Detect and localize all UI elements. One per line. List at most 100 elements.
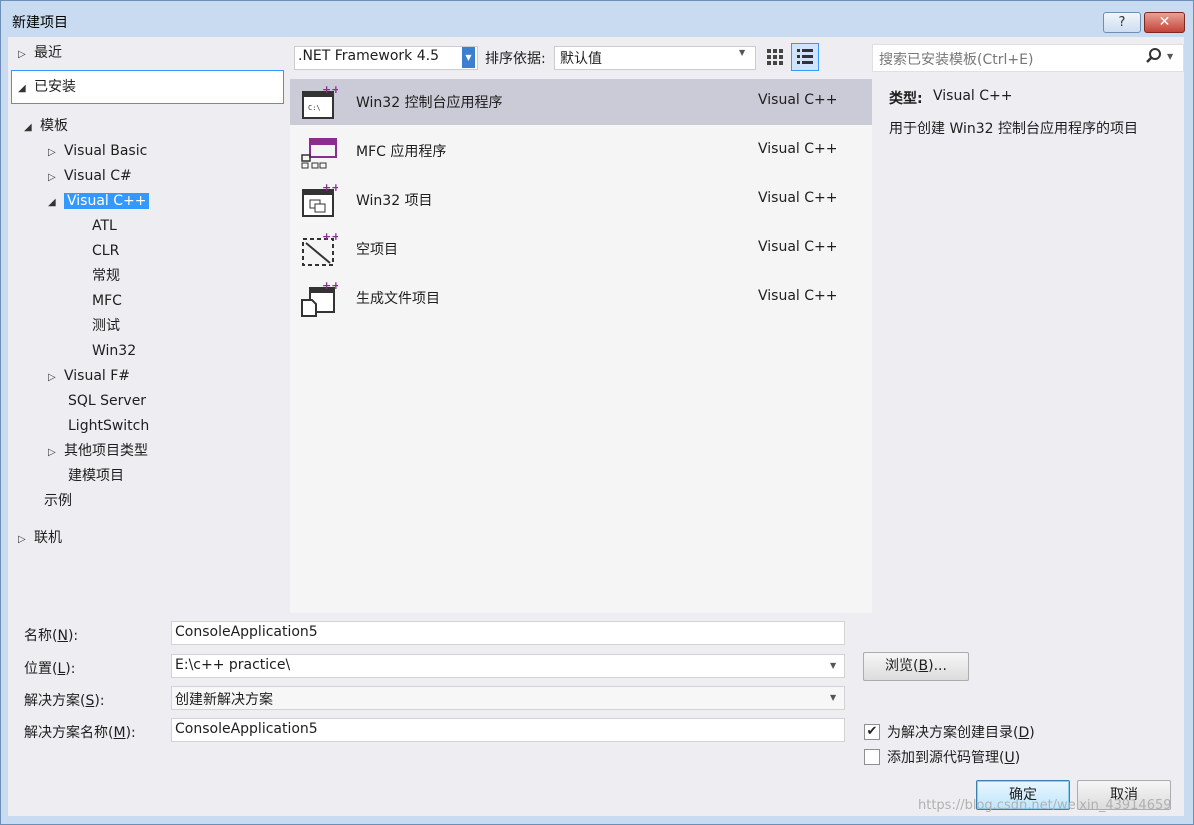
solution-value: 创建新解决方案 — [175, 692, 273, 708]
template-name: 空项目 — [356, 242, 398, 258]
template-row[interactable]: ++ 生成文件项目 Visual C++ — [290, 275, 872, 321]
tree-item[interactable]: CLR — [92, 240, 119, 262]
tree-item-label: Visual F# — [64, 368, 131, 384]
template-name: Win32 控制台应用程序 — [356, 95, 503, 111]
tree-item[interactable]: 测试 — [92, 315, 120, 337]
template-language: Visual C++ — [758, 288, 838, 304]
browse-button[interactable]: 浏览(B)... — [863, 652, 969, 681]
collapse-arrow-icon[interactable]: ◢ — [18, 78, 34, 100]
tree-item-label: Win32 — [92, 343, 137, 359]
name-label: 名称(N): — [24, 628, 79, 644]
solution-name-label: 解决方案名称(M): — [24, 725, 136, 741]
template-language: Visual C++ — [758, 92, 838, 108]
close-button[interactable]: ✕ — [1144, 12, 1185, 33]
template-row[interactable]: MFC 应用程序 Visual C++ — [290, 128, 872, 174]
template-row[interactable]: ++ Win32 项目 Visual C++ — [290, 177, 872, 223]
tree-item-installed[interactable]: ◢ 已安装 — [18, 76, 76, 98]
watermark: https://blog.csdn.net/weixin_43914659 — [918, 798, 1172, 813]
search-icon[interactable] — [1145, 47, 1163, 69]
svg-text:++: ++ — [322, 280, 338, 292]
svg-text:C:\: C:\ — [308, 104, 321, 112]
tree-item[interactable]: ▷ Visual F# — [48, 365, 130, 387]
type-value: Visual C++ — [933, 88, 1013, 104]
tree-item[interactable]: ATL — [92, 215, 117, 237]
dropdown-arrow-icon[interactable]: ▼ — [830, 661, 836, 670]
name-value: ConsoleApplication5 — [175, 624, 318, 640]
tree-item-label: 常规 — [92, 268, 120, 284]
dialog-title: 新建项目 — [12, 15, 68, 31]
tree-item[interactable]: SQL Server — [68, 390, 146, 412]
template-row[interactable]: ++ 空项目 Visual C++ — [290, 226, 872, 272]
create-directory-checkbox[interactable]: ✔ — [864, 724, 880, 740]
template-name: Win32 项目 — [356, 193, 433, 209]
description-pane — [873, 79, 1182, 613]
tree-item-label: CLR — [92, 243, 120, 259]
search-placeholder: 搜索已安装模板(Ctrl+E) — [879, 52, 1034, 68]
tree-item[interactable]: ◢ Visual C++ — [48, 190, 150, 214]
expand-arrow-icon[interactable]: ▷ — [48, 142, 64, 164]
search-options-icon[interactable]: ▼ — [1167, 52, 1173, 61]
svg-text:++: ++ — [322, 231, 338, 243]
tree-item[interactable]: 建模项目 — [68, 465, 124, 487]
expand-arrow-icon[interactable]: ▷ — [48, 442, 64, 464]
grid-view-icon[interactable] — [763, 45, 787, 69]
makefile-project-icon: ++ — [300, 279, 340, 318]
win32-project-icon: ++ — [300, 181, 340, 220]
expand-arrow-icon[interactable]: ▷ — [18, 44, 34, 66]
description-text: 用于创建 Win32 控制台应用程序的项目 — [889, 121, 1139, 137]
sort-label: 排序依据: — [485, 51, 546, 67]
svg-text:++: ++ — [322, 182, 338, 194]
tree-item-recent[interactable]: ▷ 最近 — [18, 42, 62, 64]
tree-item-label: Visual C++ — [64, 193, 150, 209]
collapse-arrow-icon[interactable]: ◢ — [48, 192, 64, 214]
tree-item[interactable]: ▷ 其他项目类型 — [48, 440, 148, 462]
tree-item-label: Visual C# — [64, 168, 132, 184]
tree-item-label: 测试 — [92, 318, 120, 334]
tree-item[interactable]: ▷ Visual Basic — [48, 140, 147, 162]
create-directory-label[interactable]: 为解决方案创建目录(D) — [887, 722, 1035, 742]
console-app-icon: C:\ ++ — [300, 83, 340, 122]
empty-project-icon: ++ — [300, 230, 340, 269]
expand-arrow-icon[interactable]: ▷ — [18, 529, 34, 551]
tree-item-label: MFC — [92, 293, 122, 309]
location-value: E:\c++ practice\ — [175, 657, 291, 673]
template-language: Visual C++ — [758, 190, 838, 206]
type-label: 类型: — [889, 91, 923, 107]
tree-item-label: SQL Server — [68, 393, 147, 409]
framework-value: .NET Framework 4.5 — [298, 48, 439, 64]
title-bar — [1, 1, 1193, 37]
dropdown-arrow-icon[interactable]: ▼ — [462, 47, 475, 68]
template-language: Visual C++ — [758, 239, 838, 255]
source-control-checkbox[interactable] — [864, 749, 880, 765]
tree-item[interactable]: LightSwitch — [68, 415, 149, 437]
svg-text:++: ++ — [322, 84, 338, 96]
tree-item-label: 其他项目类型 — [64, 443, 148, 459]
dropdown-arrow-icon[interactable]: ▼ — [830, 693, 836, 702]
tree-item-online[interactable]: ▷ 联机 — [18, 527, 62, 549]
solution-label: 解决方案(S): — [24, 693, 105, 709]
expand-arrow-icon[interactable]: ▷ — [48, 367, 64, 389]
solution-name-value: ConsoleApplication5 — [175, 721, 318, 737]
template-name: MFC 应用程序 — [356, 144, 447, 160]
collapse-arrow-icon[interactable]: ◢ — [24, 117, 40, 139]
sort-value: 默认值 — [560, 51, 602, 67]
tree-item-label: Visual Basic — [64, 143, 148, 159]
tree-item-templates[interactable]: ◢ 模板 — [24, 115, 68, 137]
source-control-label[interactable]: 添加到源代码管理(U) — [887, 747, 1020, 767]
dropdown-arrow-icon[interactable]: ▼ — [739, 48, 745, 57]
tree-item[interactable]: ▷ Visual C# — [48, 165, 132, 187]
tree-item-label: 建模项目 — [68, 468, 124, 484]
expand-arrow-icon[interactable]: ▷ — [48, 167, 64, 189]
tree-item[interactable]: 常规 — [92, 265, 120, 287]
template-name: 生成文件项目 — [356, 291, 440, 307]
tree-item[interactable]: Win32 — [92, 340, 136, 362]
tree-item-label: LightSwitch — [68, 418, 150, 434]
location-label: 位置(L): — [24, 661, 76, 677]
tree-item[interactable]: MFC — [92, 290, 122, 312]
list-view-icon[interactable] — [791, 43, 819, 71]
tree-item-samples[interactable]: 示例 — [44, 490, 72, 512]
template-row[interactable]: C:\ ++ Win32 控制台应用程序 Visual C++ — [290, 79, 872, 125]
help-button[interactable]: ? — [1103, 12, 1141, 33]
tree-item-label: ATL — [92, 218, 117, 234]
mfc-app-icon — [300, 133, 338, 171]
